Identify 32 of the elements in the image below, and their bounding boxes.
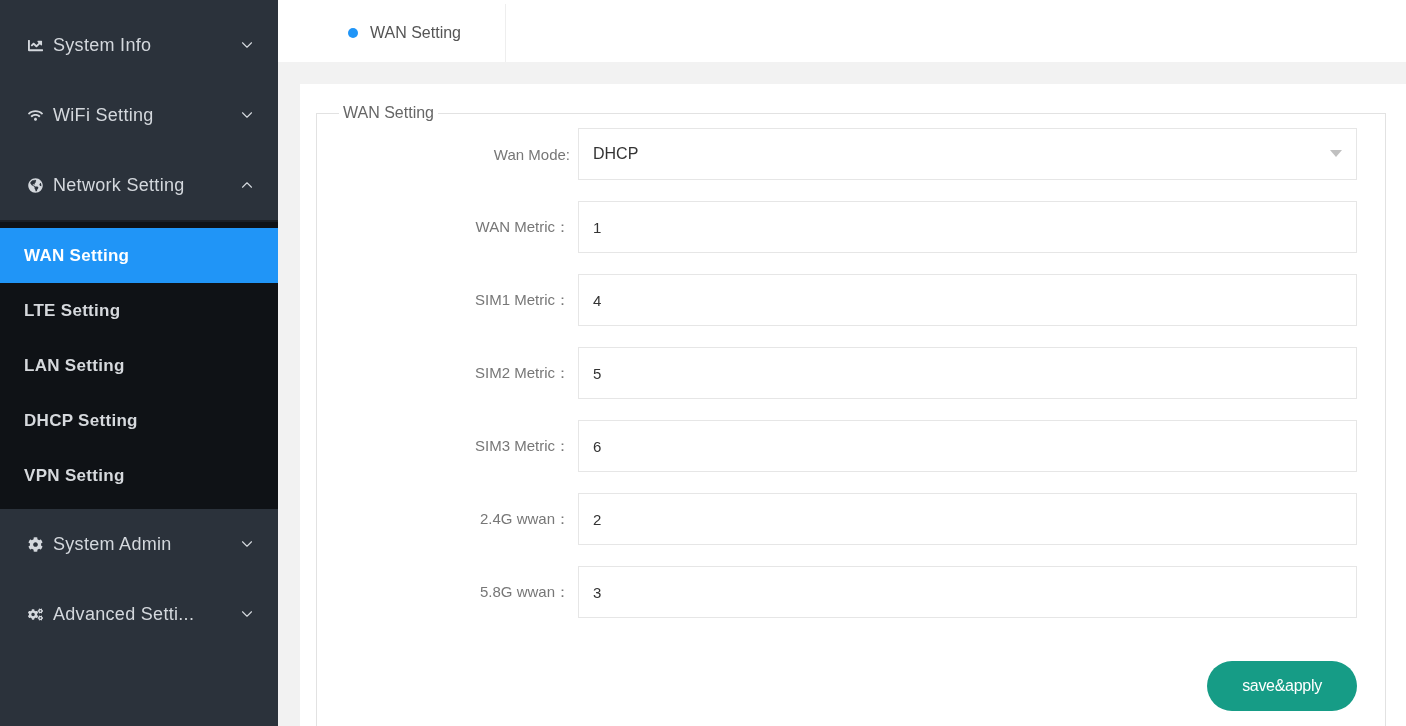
input-field[interactable]: 6 xyxy=(578,420,1357,472)
submenu-item[interactable]: DHCP Setting xyxy=(0,393,278,448)
field-label: WAN Metric： xyxy=(474,217,570,237)
sidebar-item[interactable]: Network Setting xyxy=(0,150,278,220)
menu-icon xyxy=(28,177,43,193)
field-label: Wan Mode: xyxy=(492,145,570,163)
field-label: 2.4G wwan： xyxy=(478,509,570,529)
menu-icon xyxy=(28,107,43,123)
submenu-item[interactable]: LTE Setting xyxy=(0,283,278,338)
select-field[interactable]: DHCP xyxy=(578,128,1357,180)
submenu-item[interactable]: VPN Setting xyxy=(0,448,278,503)
menu-icon xyxy=(28,37,43,53)
submenu-item[interactable]: LAN Setting xyxy=(0,338,278,393)
sidebar-item[interactable]: System Admin xyxy=(0,509,278,579)
input-field[interactable]: 4 xyxy=(578,274,1357,326)
sidebar-item[interactable]: Advanced Setti... xyxy=(0,579,278,649)
sidebar-item[interactable]: WiFi Setting xyxy=(0,80,278,150)
tab[interactable]: WAN Setting xyxy=(278,4,506,62)
field-label: SIM2 Metric： xyxy=(474,363,570,383)
fieldset-legend: WAN Setting xyxy=(339,104,438,122)
field-label: SIM3 Metric： xyxy=(474,436,570,456)
field-label: 5.8G wwan： xyxy=(478,582,570,602)
menu-icon xyxy=(28,606,43,622)
input-field[interactable]: 2 xyxy=(578,493,1357,545)
sidebar-item[interactable]: System Info xyxy=(0,10,278,80)
tab-label: WAN Setting xyxy=(370,24,461,42)
field-label: SIM1 Metric： xyxy=(474,290,570,310)
menu-icon xyxy=(28,536,43,552)
input-field[interactable]: 3 xyxy=(578,566,1357,618)
input-field[interactable]: 5 xyxy=(578,347,1357,399)
caret-icon xyxy=(1330,150,1342,158)
input-field[interactable]: 1 xyxy=(578,201,1357,253)
